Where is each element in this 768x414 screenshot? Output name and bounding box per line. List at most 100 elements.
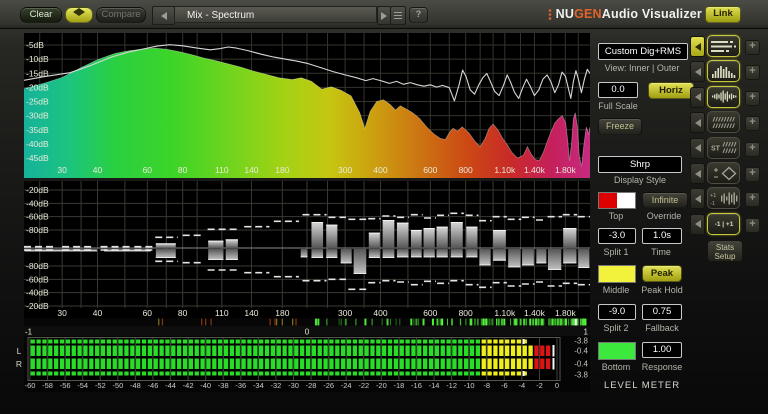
view-collapse-arrow-waveform[interactable]	[690, 86, 705, 108]
link-button[interactable]: Link	[705, 6, 741, 23]
add-view-button-waveform[interactable]: +	[745, 90, 760, 106]
view-button-vectorscope[interactable]	[707, 162, 740, 184]
brand-dots-icon	[548, 8, 551, 20]
svg-text:-38: -38	[218, 381, 229, 390]
svg-text:-22: -22	[358, 381, 369, 390]
view-button-spectrogram[interactable]	[707, 111, 740, 134]
fallback-field[interactable]: 0.75	[642, 304, 682, 320]
time-field[interactable]: 1.0s	[642, 228, 682, 244]
svg-text:-60dB: -60dB	[26, 274, 49, 284]
view-collapse-arrow-correlation-meter[interactable]	[690, 213, 705, 235]
full-scale-field[interactable]: 0.0	[598, 82, 638, 98]
add-view-button-vectorscope[interactable]: +	[745, 167, 760, 182]
swap-ab-button[interactable]	[65, 7, 93, 23]
view-collapse-arrow-stereo-spectrogram[interactable]	[690, 137, 705, 159]
svg-text:60: 60	[143, 165, 153, 175]
svg-text:R: R	[16, 359, 22, 369]
view-row-correlation-meter: -1 | +1 +	[690, 212, 768, 235]
svg-text:-15dB: -15dB	[26, 68, 49, 78]
svg-text:-34: -34	[253, 381, 264, 390]
svg-text:-45dB: -45dB	[26, 153, 49, 163]
svg-text:-12: -12	[446, 381, 457, 390]
prev-arrow-icon	[160, 11, 167, 20]
svg-text:-1: -1	[710, 201, 715, 207]
horiz-button[interactable]: Horiz	[648, 82, 694, 99]
view-collapse-arrow-vectorscope[interactable]	[690, 163, 705, 184]
top-color-swatch[interactable]	[598, 192, 636, 209]
add-view-button-histogram[interactable]: +	[745, 65, 760, 81]
compare-button[interactable]: Compare	[96, 7, 146, 23]
view-row-waveform: +	[690, 85, 768, 108]
view-button-correlation-spectrum[interactable]: +1 -1	[707, 187, 740, 210]
middle-label: Middle	[602, 285, 630, 295]
preset-list-button[interactable]	[390, 6, 406, 25]
svg-text:-80dB: -80dB	[26, 261, 49, 271]
preset-display[interactable]: Mix - Spectrum	[174, 6, 377, 23]
svg-text:-5dB: -5dB	[26, 40, 44, 50]
freeze-button[interactable]: Freeze	[598, 118, 642, 135]
view-collapse-arrow-spectrogram[interactable]	[690, 112, 705, 134]
svg-text:-20dB: -20dB	[26, 301, 49, 311]
add-view-button-correlation-meter[interactable]: +	[745, 217, 760, 233]
view-button-stereo-spectrogram[interactable]: ST	[707, 136, 740, 159]
correlation-meter-display: -1 0 1	[24, 318, 590, 337]
view-mode-label: View: Inner | Outer	[604, 63, 680, 73]
override-button[interactable]: Infinite	[642, 192, 688, 208]
full-scale-label: Full Scale	[598, 101, 638, 111]
help-button[interactable]: ?	[409, 7, 428, 23]
split2-field[interactable]: -9.0	[598, 304, 636, 320]
response-field[interactable]: 1.00	[642, 342, 682, 358]
add-view-button-correlation-spectrum[interactable]: +	[745, 192, 760, 208]
svg-text:1.40k: 1.40k	[524, 165, 546, 175]
correlation-spectrum-icon: +1-1	[710, 192, 737, 207]
svg-text:-60dB: -60dB	[26, 212, 49, 222]
list-icon	[394, 12, 402, 19]
svg-text:140: 140	[244, 165, 258, 175]
view-button-level-meters[interactable]	[707, 35, 740, 57]
view-button-correlation-meter[interactable]: -1 | +1	[707, 212, 740, 235]
peak-button[interactable]: Peak	[642, 265, 682, 282]
stats-setup-line1: Stats	[715, 243, 735, 252]
bottom-color-swatch[interactable]	[598, 342, 636, 360]
view-button-waveform[interactable]	[707, 85, 740, 108]
preset-prev-button[interactable]	[152, 6, 175, 25]
display-style-field[interactable]: Shrp	[598, 156, 682, 173]
top-color-left	[599, 193, 617, 208]
view-collapse-arrow-histogram[interactable]	[690, 61, 705, 83]
svg-text:-42: -42	[183, 381, 194, 390]
left-arrow-icon	[694, 144, 701, 153]
middle-color-swatch[interactable]	[598, 265, 636, 283]
view-row-stereo-spectrogram: ST +	[690, 136, 768, 159]
svg-text:+1: +1	[710, 193, 716, 199]
svg-text:-48: -48	[130, 381, 141, 390]
svg-text:600: 600	[423, 165, 437, 175]
preset-next-button[interactable]	[377, 6, 391, 25]
clear-button[interactable]: Clear	[20, 7, 62, 23]
level-meter-section-label: LEVEL METER	[603, 380, 681, 391]
add-view-button-level-meters[interactable]: +	[745, 40, 760, 55]
svg-text:0: 0	[555, 381, 559, 390]
add-view-button-spectrogram[interactable]: +	[745, 116, 760, 132]
view-collapse-arrow-level-meters[interactable]	[690, 36, 705, 57]
stats-setup-button[interactable]: Stats Setup	[707, 240, 743, 262]
view-collapse-arrow-correlation-spectrum[interactable]	[690, 188, 705, 210]
add-view-button-stereo-spectrogram[interactable]: +	[745, 141, 760, 157]
svg-text:-58: -58	[42, 381, 53, 390]
svg-text:-40dB: -40dB	[26, 288, 49, 298]
svg-text:-40dB: -40dB	[26, 198, 49, 208]
left-arrow-icon	[694, 42, 701, 51]
view-button-histogram[interactable]	[707, 60, 740, 83]
override-label: Override	[646, 211, 682, 221]
svg-text:-3.8: -3.8	[574, 337, 588, 346]
left-arrow-icon	[694, 169, 701, 178]
histogram-display: -20dB -20dB -40dB -40dB -60dB -60dB -80dB -80dB…	[24, 181, 590, 319]
split2-label: Split 2	[603, 323, 629, 333]
svg-text:180: 180	[275, 165, 289, 175]
meter-mode-field[interactable]: Custom Dig+RMS	[598, 43, 688, 60]
svg-text:-35dB: -35dB	[26, 125, 49, 135]
svg-text:-26: -26	[323, 381, 334, 390]
view-row-level-meters: +	[690, 35, 768, 57]
brand-prefix: NU	[555, 7, 575, 21]
svg-text:-0.4: -0.4	[574, 360, 588, 369]
split1-field[interactable]: -3.0	[598, 228, 636, 244]
